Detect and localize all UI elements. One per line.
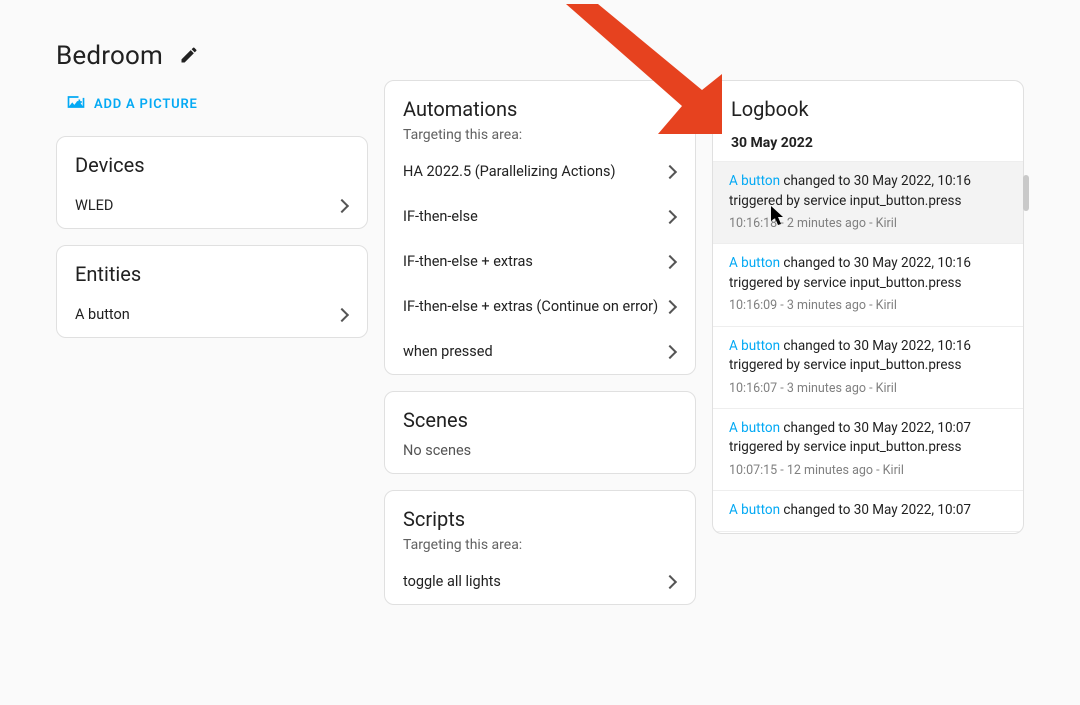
automations-card: Automations Targeting this area: HA 2022… <box>384 80 696 375</box>
automation-label: when pressed <box>403 343 493 360</box>
logbook-entity-link[interactable]: A button <box>729 502 780 518</box>
logbook-entry-meta: 10:16:07 - 3 minutes ago - Kiril <box>729 380 1007 398</box>
devices-card: Devices WLED <box>56 136 368 229</box>
scripts-title: Scripts <box>403 507 677 531</box>
automation-label: IF-then-else + extras (Continue on error… <box>403 298 658 315</box>
automation-row[interactable]: IF-then-else + extras (Continue on error… <box>385 284 695 329</box>
area-title: Bedroom <box>56 41 163 71</box>
logbook-entity-link[interactable]: A button <box>729 420 780 436</box>
chevron-right-icon <box>335 198 349 212</box>
scripts-card: Scripts Targeting this area: toggle all … <box>384 490 696 605</box>
logbook-entry-meta: 10:07:15 - 12 minutes ago - Kiril <box>729 462 1007 480</box>
logbook-entry[interactable]: A button changed to 30 May 2022, 10:16 t… <box>713 162 1023 244</box>
pencil-icon <box>179 45 199 68</box>
logbook-entry[interactable]: A button changed to 30 May 2022, 10:07 <box>713 491 1023 532</box>
scrollbar-thumb[interactable] <box>1023 175 1029 211</box>
device-row-wled[interactable]: WLED <box>57 183 367 228</box>
logbook-list[interactable]: A button changed to 30 May 2022, 10:16 t… <box>713 161 1023 532</box>
automation-label: IF-then-else + extras <box>403 253 533 270</box>
add-picture-button[interactable]: ADD A PICTURE <box>58 86 368 122</box>
logbook-entry[interactable]: A button changed to 30 May 2022, 10:16 t… <box>713 244 1023 326</box>
logbook-entry-meta: 10:16:18 - 2 minutes ago - Kiril <box>729 215 1007 233</box>
automations-subtitle: Targeting this area: <box>403 127 677 143</box>
device-label: WLED <box>75 197 113 214</box>
script-row[interactable]: toggle all lights <box>385 559 695 604</box>
automation-label: HA 2022.5 (Parallelizing Actions) <box>403 163 616 180</box>
logbook-date-header: 30 May 2022 <box>713 125 1023 161</box>
chevron-right-icon <box>663 209 677 223</box>
devices-title: Devices <box>75 153 349 177</box>
logbook-entity-link[interactable]: A button <box>729 173 780 189</box>
script-label: toggle all lights <box>403 573 501 590</box>
edit-area-button[interactable] <box>173 40 205 72</box>
middle-column: Automations Targeting this area: HA 2022… <box>384 40 696 621</box>
chevron-right-icon <box>663 344 677 358</box>
automations-title: Automations <box>403 97 677 121</box>
scenes-title: Scenes <box>403 408 677 432</box>
image-plus-icon <box>66 92 86 116</box>
logbook-entry[interactable]: A button changed to 30 May 2022, 10:07 t… <box>713 409 1023 491</box>
logbook-entry-text: changed to 30 May 2022, 10:07 <box>783 502 971 518</box>
scripts-subtitle: Targeting this area: <box>403 537 677 553</box>
automation-row[interactable]: IF-then-else <box>385 194 695 239</box>
add-picture-label: ADD A PICTURE <box>94 97 198 112</box>
scenes-empty-text: No scenes <box>385 438 695 473</box>
chevron-right-icon <box>335 307 349 321</box>
logbook-title: Logbook <box>713 81 1023 125</box>
logbook-entry-meta: 10:16:09 - 3 minutes ago - Kiril <box>729 297 1007 315</box>
logbook-card: Logbook 30 May 2022 A button changed to … <box>712 80 1024 534</box>
left-column: Bedroom ADD A PICTURE Devices WLED <box>56 40 368 354</box>
chevron-right-icon <box>663 254 677 268</box>
automation-row[interactable]: IF-then-else + extras <box>385 239 695 284</box>
entity-row-a-button[interactable]: A button <box>57 292 367 337</box>
automation-row[interactable]: HA 2022.5 (Parallelizing Actions) <box>385 149 695 194</box>
chevron-right-icon <box>663 164 677 178</box>
entities-title: Entities <box>75 262 349 286</box>
entities-card: Entities A button <box>56 245 368 338</box>
logbook-entity-link[interactable]: A button <box>729 338 780 354</box>
scenes-card: Scenes No scenes <box>384 391 696 474</box>
automation-row[interactable]: when pressed <box>385 329 695 374</box>
chevron-right-icon <box>663 299 677 313</box>
right-column: Logbook 30 May 2022 A button changed to … <box>712 40 1024 534</box>
logbook-entity-link[interactable]: A button <box>729 255 780 271</box>
chevron-right-icon <box>663 574 677 588</box>
automation-label: IF-then-else <box>403 208 478 225</box>
area-title-row: Bedroom <box>56 40 368 72</box>
logbook-entry[interactable]: A button changed to 30 May 2022, 10:16 t… <box>713 327 1023 409</box>
entity-label: A button <box>75 306 130 323</box>
